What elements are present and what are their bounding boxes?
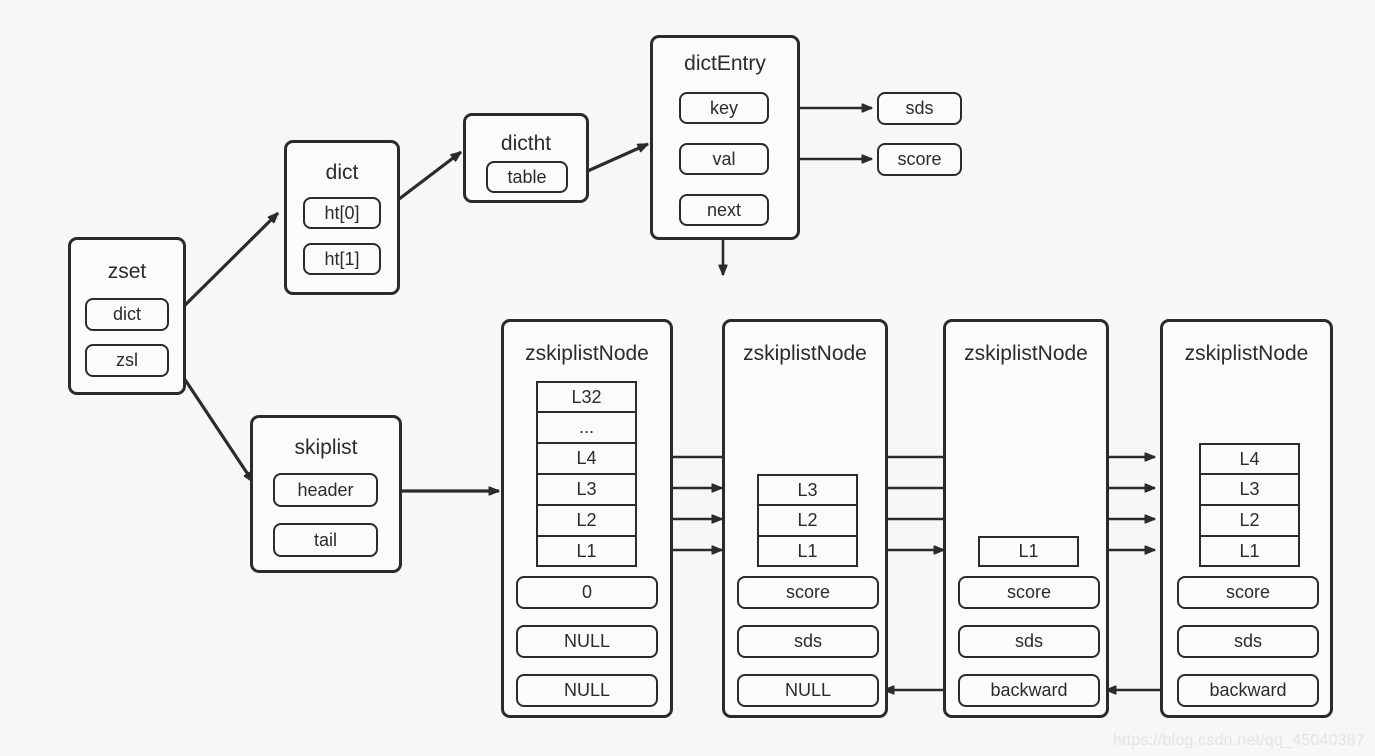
skiplist-node-title: zskiplistNode [1184, 342, 1309, 365]
struct-dictht-title: dictht [500, 132, 552, 155]
leaf-score[interactable]: score [877, 143, 962, 176]
skiplist-node-title: zskiplistNode [743, 342, 867, 365]
struct-dict-title: dict [325, 161, 359, 184]
leaf-sds[interactable]: sds [877, 92, 962, 125]
node1-level-L1[interactable]: L1 [536, 536, 637, 567]
node4-level-L4[interactable]: L4 [1199, 443, 1300, 474]
skiplist-field-header[interactable]: header [273, 473, 378, 507]
node1-level-L2[interactable]: L2 [536, 505, 637, 536]
zset-field-zsl[interactable]: zsl [85, 344, 169, 377]
node4-field-backward[interactable]: backward [1177, 674, 1319, 707]
skiplist-node-3[interactable]: zskiplistNode [943, 319, 1109, 718]
node1-level-ellipsis: ... [536, 412, 637, 443]
struct-skiplist-title: skiplist [294, 436, 358, 459]
node4-level-L2[interactable]: L2 [1199, 505, 1300, 536]
node2-field-score[interactable]: score [737, 576, 879, 609]
dict-field-ht1[interactable]: ht[1] [303, 243, 381, 275]
node2-level-L2[interactable]: L2 [757, 505, 858, 536]
node2-level-L1[interactable]: L1 [757, 536, 858, 567]
skiplist-node-title: zskiplistNode [964, 342, 1088, 365]
node1-field-sds[interactable]: NULL [516, 625, 658, 658]
struct-dictentry-title: dictEntry [684, 52, 766, 75]
zset-field-dict[interactable]: dict [85, 298, 169, 331]
watermark: https://blog.csdn.net/qq_45040387 [1112, 732, 1365, 749]
dictentry-field-key[interactable]: key [679, 92, 769, 124]
node1-level-L4[interactable]: L4 [536, 443, 637, 474]
node4-level-L3[interactable]: L3 [1199, 474, 1300, 505]
node4-level-L1[interactable]: L1 [1199, 536, 1300, 567]
node1-field-score[interactable]: 0 [516, 576, 658, 609]
node1-level-L3[interactable]: L3 [536, 474, 637, 505]
node2-field-backward[interactable]: NULL [737, 674, 879, 707]
node1-field-backward[interactable]: NULL [516, 674, 658, 707]
node4-field-score[interactable]: score [1177, 576, 1319, 609]
node3-field-sds[interactable]: sds [958, 625, 1100, 658]
node2-level-L3[interactable]: L3 [757, 474, 858, 505]
node3-field-score[interactable]: score [958, 576, 1100, 609]
node1-level-L32[interactable]: L32 [536, 381, 637, 412]
skiplist-field-tail[interactable]: tail [273, 523, 378, 557]
dictentry-field-next[interactable]: next [679, 194, 769, 226]
node3-field-backward[interactable]: backward [958, 674, 1100, 707]
node3-level-L1[interactable]: L1 [978, 536, 1079, 567]
struct-zset-title: zset [107, 260, 147, 283]
dict-field-ht0[interactable]: ht[0] [303, 197, 381, 229]
dictentry-field-val[interactable]: val [679, 143, 769, 175]
node2-field-sds[interactable]: sds [737, 625, 879, 658]
arrow-zset-dict-to-dict [170, 213, 278, 320]
dictht-field-table[interactable]: table [486, 161, 568, 193]
skiplist-node-title: zskiplistNode [525, 342, 649, 365]
node4-field-sds[interactable]: sds [1177, 625, 1319, 658]
